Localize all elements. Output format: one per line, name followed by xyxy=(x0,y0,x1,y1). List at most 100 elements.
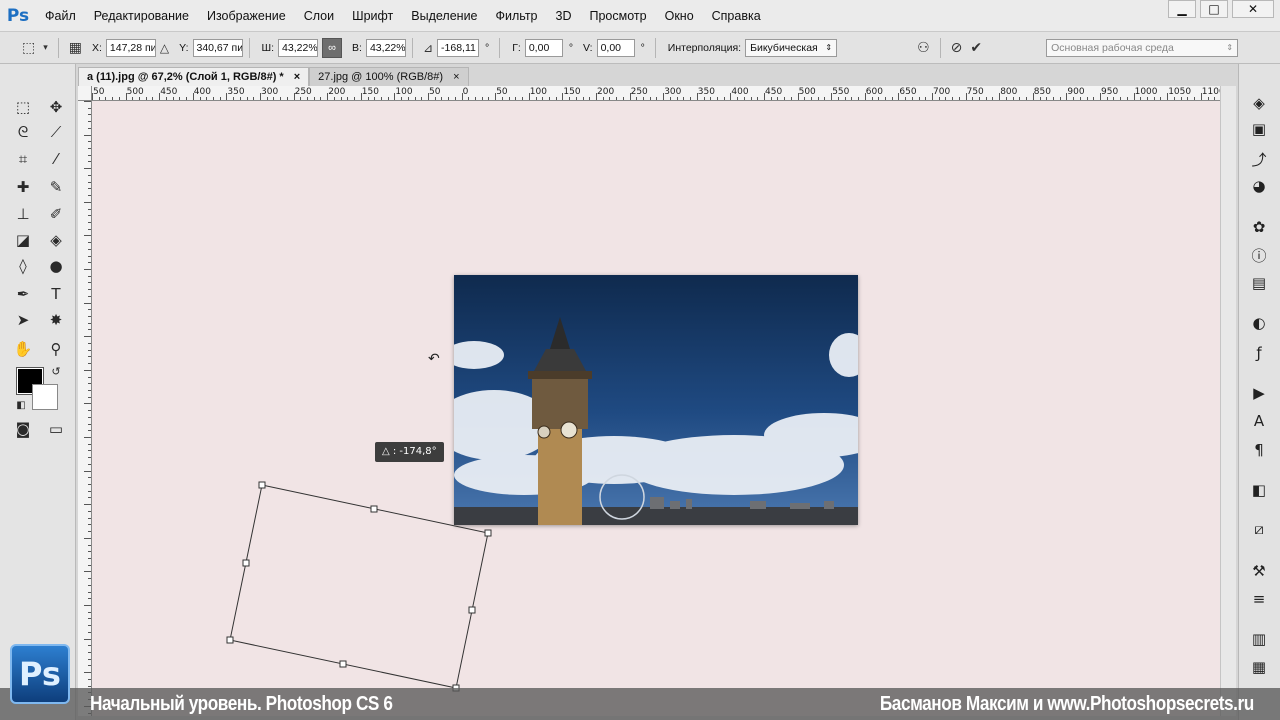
quick-mask-icon[interactable]: ◙ xyxy=(11,418,35,440)
ruler-tick xyxy=(401,97,403,100)
warp-icon[interactable]: ⚇ xyxy=(917,40,930,56)
close-button[interactable]: ✕ xyxy=(1232,0,1274,18)
zoom-tool-icon[interactable]: ⚲ xyxy=(44,338,68,360)
move-tool-icon[interactable]: ✥ xyxy=(44,96,68,118)
shape-tool-icon[interactable]: ✸ xyxy=(44,309,68,331)
dodge-tool-icon[interactable]: ● xyxy=(44,255,68,277)
ruler-tick xyxy=(88,477,91,479)
character-icon[interactable]: A xyxy=(1246,410,1272,432)
brush-presets-icon[interactable]: ◧ xyxy=(1246,479,1272,501)
height-field[interactable]: 43,22% xyxy=(365,38,406,57)
paragraph-icon[interactable]: ¶ xyxy=(1246,439,1272,461)
channels-icon[interactable]: ▣ xyxy=(1246,118,1272,140)
menu-filter[interactable]: Фильтр xyxy=(487,0,547,32)
menu-layers[interactable]: Слои xyxy=(295,0,343,32)
restore-button[interactable]: □ xyxy=(1200,0,1228,18)
layers-icon[interactable]: ◈ xyxy=(1246,92,1272,114)
paint-bucket-tool-icon[interactable]: ◈ xyxy=(44,229,68,251)
properties-icon[interactable]: ≡ xyxy=(1246,588,1272,610)
vskew-field[interactable]: 0,00 xyxy=(596,38,635,57)
actions-icon[interactable]: ▶ xyxy=(1246,382,1272,404)
navigator-icon[interactable]: ▤ xyxy=(1246,272,1272,294)
width-field[interactable]: 43,22% xyxy=(278,38,319,57)
document-canvas[interactable]: ↶ △ : -174,8° xyxy=(92,101,1220,716)
crop-tool-icon[interactable]: ⌗ xyxy=(11,148,35,170)
photo-layer-big-ben[interactable] xyxy=(454,275,858,525)
marquee-tool-icon[interactable]: ⬚ xyxy=(11,96,35,118)
svg-text:↶: ↶ xyxy=(428,351,440,367)
quick-select-tool-icon[interactable]: ⟋ xyxy=(44,121,68,143)
clone-source-icon[interactable]: ⧄ xyxy=(1246,518,1272,540)
blur-tool-icon[interactable]: ◊ xyxy=(11,255,35,277)
ruler-tick-label: 50 xyxy=(496,87,508,97)
history-icon[interactable]: ▦ xyxy=(1246,656,1272,678)
eyedropper-tool-icon[interactable]: ⁄ xyxy=(44,148,68,170)
ruler-corner[interactable] xyxy=(78,86,92,101)
reference-point-icon[interactable]: ▦ xyxy=(69,40,82,56)
dropdown-arrow-icon[interactable]: ▾ xyxy=(43,43,48,53)
menu-select[interactable]: Выделение xyxy=(402,0,486,32)
clone-stamp-tool-icon[interactable]: ⊥ xyxy=(11,203,35,225)
tool-presets-icon[interactable]: ⚒ xyxy=(1246,560,1272,582)
transform-tool-icon[interactable]: ⬚ xyxy=(22,40,35,56)
history-brush-tool-icon[interactable]: ✐ xyxy=(44,203,68,225)
lasso-tool-icon[interactable]: ᘓ xyxy=(11,121,35,143)
screen-mode-icon[interactable]: ▭ xyxy=(44,418,68,440)
menu-edit[interactable]: Редактирование xyxy=(85,0,198,32)
angle-field[interactable]: -168,11 xyxy=(437,38,480,57)
default-colors-icon[interactable]: ◧ xyxy=(9,394,33,416)
x-field[interactable]: 147,28 пи xyxy=(105,38,156,57)
notes-icon[interactable]: ▥ xyxy=(1246,628,1272,650)
brush-tool-icon[interactable]: ✎ xyxy=(44,176,68,198)
ruler-tick xyxy=(88,685,91,687)
interpolation-select[interactable]: Бикубическая ⇕ xyxy=(745,38,838,57)
horizontal-ruler[interactable]: 50 500 450 400 350 300 250 200 150 100 50 0 50 100 150… xyxy=(92,86,1220,101)
pen-tool-icon[interactable]: ✒ xyxy=(11,283,35,305)
ruler-tick xyxy=(488,97,490,100)
tab-document-2[interactable]: 27.jpg @ 100% (RGB/8#) × xyxy=(309,67,469,86)
color-icon[interactable]: ◕ xyxy=(1246,175,1272,197)
ruler-tick xyxy=(199,97,201,100)
menu-type[interactable]: Шрифт xyxy=(343,0,402,32)
menu-3d[interactable]: 3D xyxy=(547,0,581,32)
ruler-tick xyxy=(84,403,91,405)
path-selection-tool-icon[interactable]: ➤ xyxy=(11,309,35,331)
tab-close-icon[interactable]: × xyxy=(453,68,459,86)
ruler-tick xyxy=(333,97,335,100)
swap-colors-icon[interactable]: ↺ xyxy=(44,360,68,382)
swatches-icon[interactable]: ✿ xyxy=(1246,216,1272,238)
minimize-button[interactable]: ▁ xyxy=(1168,0,1196,18)
y-field[interactable]: 340,67 пи xyxy=(192,38,243,57)
background-color-swatch[interactable] xyxy=(32,384,58,410)
vertical-scrollbar[interactable] xyxy=(1220,86,1236,716)
ruler-tick xyxy=(212,97,214,100)
relative-position-icon[interactable]: △ xyxy=(160,41,169,55)
ruler-tick xyxy=(770,97,772,100)
ruler-tick xyxy=(88,316,91,318)
menu-image[interactable]: Изображение xyxy=(198,0,295,32)
ruler-tick-label: 250 xyxy=(294,87,312,97)
vertical-ruler[interactable] xyxy=(78,101,92,716)
workspace-select[interactable]: Основная рабочая среда ⇕ xyxy=(1046,38,1239,57)
angle-icon: ⊿ xyxy=(422,40,434,55)
styles-icon[interactable]: ƒ xyxy=(1246,342,1272,364)
ruler-tick-label: 350 xyxy=(227,87,245,97)
menu-help[interactable]: Справка xyxy=(703,0,770,32)
eraser-tool-icon[interactable]: ◪ xyxy=(11,229,35,251)
info-icon[interactable]: ⓘ xyxy=(1246,244,1272,266)
ruler-tick xyxy=(239,97,241,100)
paths-icon[interactable]: ⤴ xyxy=(1246,148,1272,170)
healing-brush-tool-icon[interactable]: ✚ xyxy=(11,176,35,198)
hand-tool-icon[interactable]: ✋ xyxy=(11,338,35,360)
hskew-field[interactable]: 0,00 xyxy=(524,38,563,57)
tab-document-1[interactable]: а (11).jpg @ 67,2% (Слой 1, RGB/8#) * × xyxy=(78,67,310,86)
menu-file[interactable]: Файл xyxy=(36,0,85,32)
tab-close-icon[interactable]: × xyxy=(294,68,300,86)
adjustments-icon[interactable]: ◐ xyxy=(1246,312,1272,334)
commit-transform-icon[interactable]: ✔ xyxy=(970,40,982,56)
cancel-transform-icon[interactable]: ⊘ xyxy=(951,40,963,56)
link-icon[interactable]: ∞ xyxy=(322,37,343,58)
type-tool-icon[interactable]: T xyxy=(44,283,68,305)
menu-window[interactable]: Окно xyxy=(656,0,703,32)
menu-view[interactable]: Просмотр xyxy=(581,0,656,32)
